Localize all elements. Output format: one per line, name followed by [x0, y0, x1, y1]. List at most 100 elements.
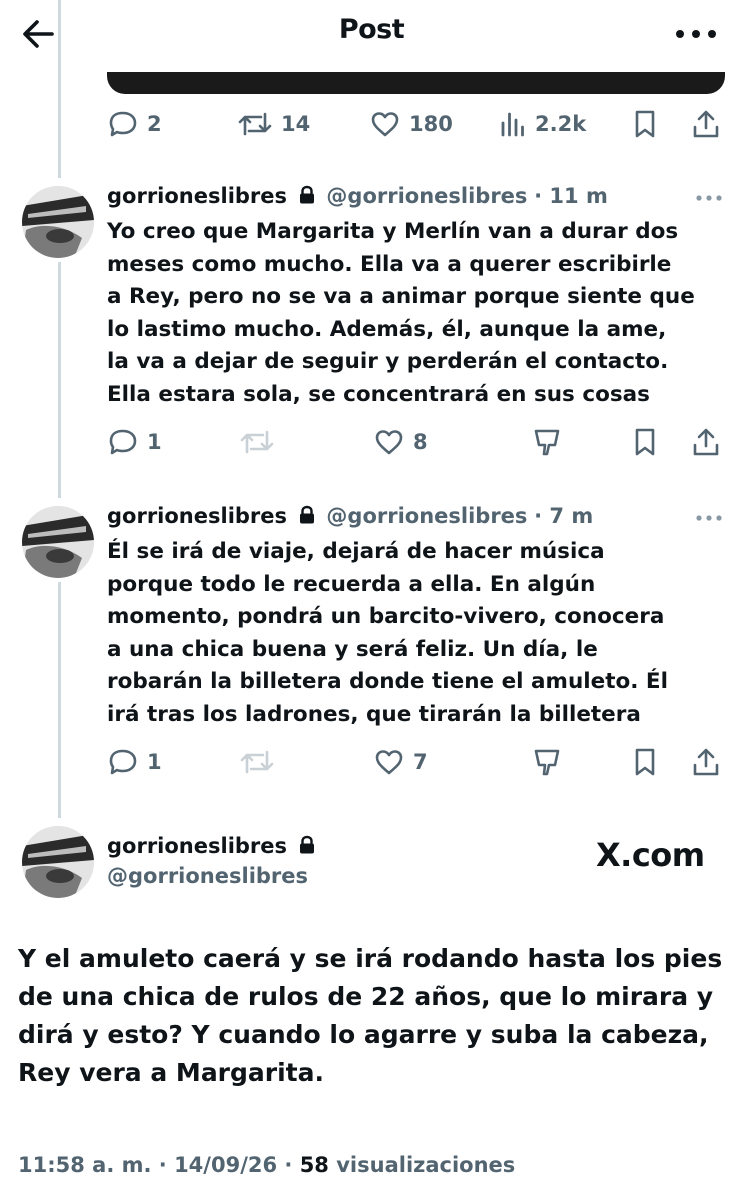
handle[interactable]: @gorrioneslibres: [326, 504, 527, 528]
views-bars-icon: [501, 112, 524, 137]
text-line: Yo creo que Margarita y Merlín van a dur…: [107, 219, 679, 244]
author-handle[interactable]: @gorrioneslibres: [107, 864, 308, 888]
avatar[interactable]: [22, 506, 94, 578]
views-count: 2.2k: [535, 112, 587, 136]
views-button[interactable]: 2.2k: [499, 108, 586, 140]
like-count: 8: [413, 430, 428, 454]
heart-icon: [375, 430, 403, 455]
downvote-icon: [534, 749, 560, 776]
like-count: 180: [409, 112, 453, 136]
bookmark-button[interactable]: [631, 746, 659, 778]
share-icon: [693, 110, 719, 138]
reply-count: 1: [147, 430, 162, 454]
text-line: la va a dejar de seguir y perderán el co…: [107, 349, 669, 374]
bookmark-icon: [635, 428, 655, 456]
author-name-row: gorrioneslibres: [107, 834, 320, 858]
reply-bubble-icon: [109, 749, 137, 775]
text-line: Ella estara sola, se concentrará en sus …: [107, 381, 650, 407]
reply-actions: 1 7: [107, 742, 727, 782]
reply-actions: 1 8: [107, 422, 727, 462]
more-horizontal-icon: [696, 515, 722, 521]
reply-count: 1: [147, 750, 162, 774]
more-horizontal-icon: [696, 195, 722, 201]
text-line: Rey vera a Margarita.: [18, 1058, 324, 1087]
heart-icon: [375, 750, 403, 775]
text-line: irá tras los ladrones, que tirarán la bi…: [107, 701, 641, 727]
reply-count: 2: [147, 112, 162, 136]
downvote-button[interactable]: [531, 426, 563, 458]
repost-button[interactable]: 14: [237, 108, 310, 140]
like-button[interactable]: 7: [373, 746, 428, 778]
timestamp[interactable]: · 7 m: [534, 504, 593, 528]
lock-icon: [299, 505, 314, 524]
thread-line: [58, 0, 61, 178]
repost-button[interactable]: [239, 746, 275, 778]
like-button[interactable]: 8: [373, 426, 428, 458]
avatar-image: [22, 826, 94, 898]
repost-icon: [238, 112, 272, 136]
display-name[interactable]: gorrioneslibres: [107, 504, 287, 528]
share-button[interactable]: [691, 746, 721, 778]
handle[interactable]: @gorrioneslibres: [107, 864, 308, 888]
brand-logo: X.com: [596, 836, 705, 874]
share-icon: [693, 428, 719, 456]
avatar-image: [22, 186, 94, 258]
downvote-icon: [534, 429, 560, 456]
display-name[interactable]: gorrioneslibres: [107, 834, 287, 858]
views-count: 58: [299, 1153, 329, 1177]
reply-button[interactable]: 1: [107, 426, 162, 458]
text-line: de una chica de rulos de 22 años, que lo…: [18, 982, 714, 1011]
bookmark-icon: [635, 748, 655, 776]
avatar[interactable]: [22, 826, 94, 898]
repost-count: 14: [281, 112, 311, 136]
post-timestamp[interactable]: 11:58 a. m. · 14/09/26 ·: [18, 1153, 300, 1177]
page-title: Post: [338, 14, 405, 45]
repost-icon: [240, 430, 274, 454]
bookmark-icon: [635, 110, 655, 138]
reply-button[interactable]: 1: [107, 746, 162, 778]
repost-icon: [240, 750, 274, 774]
reply-text: Yo creo que Margarita y Merlín van a dur…: [107, 216, 727, 411]
text-line: lo lastimo mucho. Además, él, aunque la …: [107, 316, 667, 342]
text-line: porque todo le recuerda a ella. En algún: [107, 571, 596, 597]
text-line: robarán la billetera donde tiene el amul…: [107, 669, 668, 694]
reply-more-button[interactable]: [694, 508, 724, 532]
reply-more-button[interactable]: [694, 188, 724, 212]
timestamp[interactable]: · 11 m: [534, 184, 608, 208]
heart-icon: [371, 112, 399, 137]
like-count: 7: [413, 750, 428, 774]
avatar-image: [22, 506, 94, 578]
text-line: meses como mucho. Ella va a querer escri…: [107, 251, 672, 277]
reply-header: gorrioneslibres @gorrioneslibres · 7 m: [107, 504, 593, 528]
post-media[interactable]: [107, 72, 725, 94]
reply-bubble-icon: [109, 429, 137, 455]
avatar[interactable]: [22, 186, 94, 258]
lock-icon: [299, 835, 314, 854]
downvote-button[interactable]: [531, 746, 563, 778]
reply-header: gorrioneslibres @gorrioneslibres · 11 m: [107, 184, 608, 208]
like-button[interactable]: 180: [369, 108, 453, 140]
post-text: Y el amuleto caerá y se irá rodando hast…: [18, 940, 728, 1092]
share-button[interactable]: [691, 108, 721, 140]
text-line: momento, pondrá un barcito-vivero, conoc…: [107, 604, 665, 629]
text-line: Y el amuleto caerá y se irá rodando hast…: [18, 944, 723, 973]
text-line: Él se irá de viaje, dejará de hacer músi…: [107, 539, 605, 564]
share-button[interactable]: [691, 426, 721, 458]
views-label: visualizaciones: [328, 1153, 516, 1177]
reply-bubble-icon: [109, 111, 137, 137]
bookmark-button[interactable]: [631, 426, 659, 458]
handle[interactable]: @gorrioneslibres: [326, 184, 527, 208]
bookmark-button[interactable]: [631, 108, 659, 140]
display-name[interactable]: gorrioneslibres: [107, 184, 287, 208]
more-options-button[interactable]: [670, 18, 726, 48]
text-line: a Rey, pero no se va a animar porque sie…: [107, 284, 695, 309]
text-line: dirá y esto? Y cuando lo agarre y suba l…: [18, 1020, 709, 1049]
reply-text: Él se irá de viaje, dejará de hacer músi…: [107, 536, 727, 731]
post-metadata: 11:58 a. m. · 14/09/26 · 58 visualizacio…: [18, 1153, 515, 1177]
more-horizontal-icon: [676, 30, 716, 38]
lock-icon: [299, 185, 314, 204]
reply-button[interactable]: 2: [107, 108, 162, 140]
top-post-actions: 2 14 180 2.2k: [107, 104, 727, 144]
share-icon: [693, 748, 719, 776]
repost-button[interactable]: [239, 426, 275, 458]
